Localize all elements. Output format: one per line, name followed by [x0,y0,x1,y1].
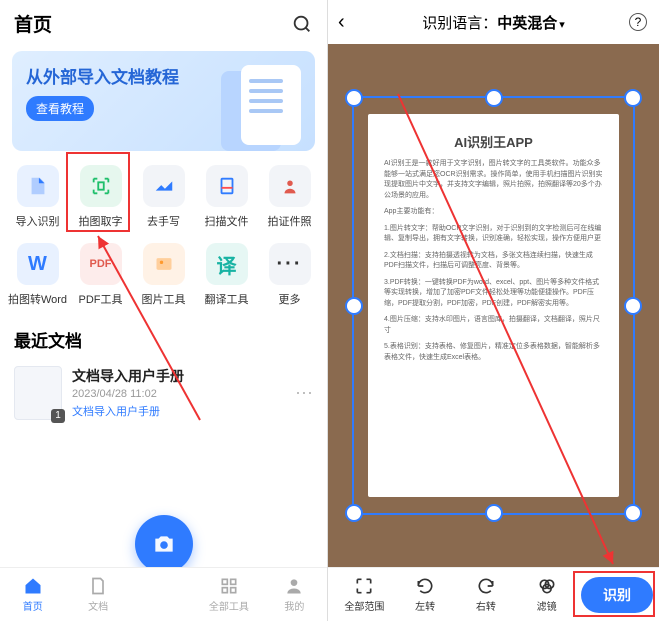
tool-image[interactable]: 图片工具 [132,239,195,313]
lang-value: 中英混合 [497,15,557,32]
bottom-nav: 首页 文档 . 全部工具 我的 [0,567,327,621]
crop-handle-tm[interactable] [485,89,503,107]
tool-idphoto[interactable]: 拍证件照 [258,161,321,235]
crop-handle-mr[interactable] [624,297,642,315]
nav-home[interactable]: 首页 [0,568,65,621]
doc-name: 文档导入用户手册 [72,366,285,386]
back-icon[interactable]: ‹ [338,11,345,34]
tool-dehandwrite[interactable]: 去手写 [132,161,195,235]
btn-full-range[interactable]: 全部范围 [334,576,395,613]
nav-tools[interactable]: 全部工具 [196,568,261,621]
crop-frame[interactable] [352,96,635,515]
camera-viewport[interactable]: AI识别王APP AI识别王是一款好用于文字识别，图片转文字的工具类软件。功能众… [328,44,659,567]
nav-docs[interactable]: 文档 [65,568,130,621]
nav-me[interactable]: 我的 [262,568,327,621]
doc-thumbnail: 1 [14,366,62,420]
help-icon[interactable]: ? [629,13,647,31]
doc-item[interactable]: 1 文档导入用户手册 2023/04/28 11:02 文档导入用户手册 ⋯ [0,360,327,426]
crop-handle-bm[interactable] [485,504,503,522]
btn-rotate-left[interactable]: 左转 [395,576,456,613]
crop-handle-tr[interactable] [624,89,642,107]
phone-right: ‹ 识别语言：中英混合▾ ? AI识别王APP AI识别王是一款好用于文字识别，… [328,0,659,621]
crop-handle-ml[interactable] [345,297,363,315]
tool-toword[interactable]: W拍图转Word [6,239,69,313]
crop-handle-br[interactable] [624,504,642,522]
phone-illustration [241,65,301,145]
search-icon[interactable] [291,13,313,35]
tool-capture[interactable]: 拍图取字 [69,161,132,235]
crop-handle-tl[interactable] [345,89,363,107]
btn-recognize[interactable]: 识别 [581,577,653,613]
lang-label: 识别语言： [422,15,497,32]
recent-docs-title: 最近文档 [0,313,327,360]
doc-date: 2023/04/28 11:02 [72,388,285,400]
chevron-down-icon: ▾ [559,19,565,31]
doc-tag: 文档导入用户手册 [72,403,160,419]
tools-grid: 导入识别 拍图取字 去手写 扫描文件 拍证件照 W拍图转Word PDFPDF工… [0,161,327,313]
doc-count-badge: 1 [51,409,65,423]
tool-import[interactable]: 导入识别 [6,161,69,235]
scan-toolbar: 全部范围 左转 右转 滤镜 识别 [328,567,659,621]
phone-left: 首页 从外部导入文档教程 查看教程 导入识别 拍图取字 去手写 扫描文件 拍证件… [0,0,328,621]
page-title: 首页 [14,10,52,37]
language-selector[interactable]: 识别语言：中英混合▾ [422,12,565,33]
tool-pdf[interactable]: PDFPDF工具 [69,239,132,313]
camera-icon [151,531,177,557]
banner-cta[interactable]: 查看教程 [26,96,94,121]
btn-rotate-right[interactable]: 右转 [456,576,517,613]
doc-more-icon[interactable]: ⋯ [295,383,313,404]
tool-translate[interactable]: 译翻译工具 [195,239,258,313]
camera-fab[interactable] [135,515,193,573]
scan-header: ‹ 识别语言：中英混合▾ ? [328,0,659,44]
tool-scan[interactable]: 扫描文件 [195,161,258,235]
btn-filter[interactable]: 滤镜 [516,576,577,613]
tool-more[interactable]: ···更多 [258,239,321,313]
import-tutorial-banner[interactable]: 从外部导入文档教程 查看教程 [12,51,315,151]
crop-handle-bl[interactable] [345,504,363,522]
